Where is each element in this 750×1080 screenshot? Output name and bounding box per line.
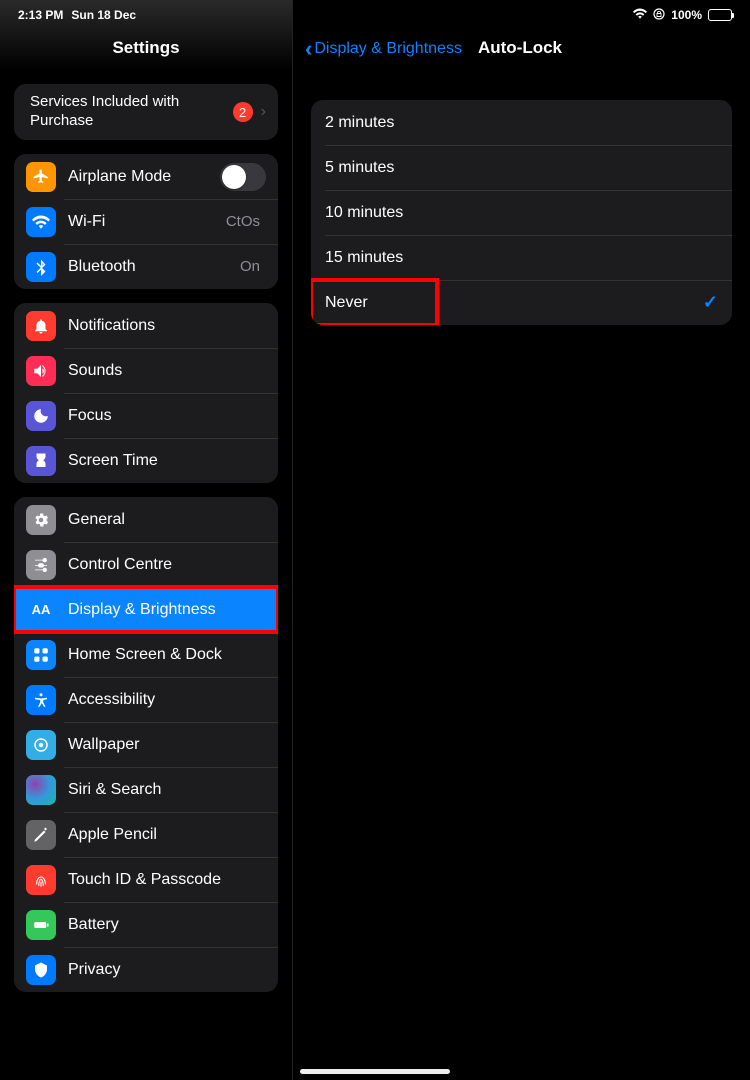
- services-label: Services Included with Purchase: [30, 93, 233, 131]
- back-label: Display & Brightness: [314, 40, 462, 58]
- home-screen-icon: [26, 640, 56, 670]
- option-2-minutes[interactable]: 2 minutes: [311, 100, 732, 145]
- focus-icon: [26, 401, 56, 431]
- wallpaper-label: Wallpaper: [68, 736, 266, 754]
- sidebar-item-display-brightness[interactable]: AA Display & Brightness: [14, 587, 278, 632]
- display-icon: AA: [26, 595, 56, 625]
- sidebar-item-bluetooth[interactable]: Bluetooth On: [14, 244, 278, 289]
- sidebar-item-notifications[interactable]: Notifications: [14, 303, 278, 348]
- wifi-value: CtOs: [226, 213, 260, 230]
- sidebar-item-pencil[interactable]: Apple Pencil: [14, 812, 278, 857]
- touchid-label: Touch ID & Passcode: [68, 871, 266, 889]
- sidebar-item-wifi[interactable]: Wi-Fi CtOs: [14, 199, 278, 244]
- pencil-icon: [26, 820, 56, 850]
- sidebar-item-focus[interactable]: Focus: [14, 393, 278, 438]
- general-icon: [26, 505, 56, 535]
- check-icon: ✓: [703, 292, 718, 313]
- battery-settings-icon: [26, 910, 56, 940]
- sidebar-item-general[interactable]: General: [14, 497, 278, 542]
- chevron-left-icon: ‹: [305, 41, 312, 57]
- settings-sidebar: Settings Services Included with Purchase…: [0, 0, 293, 1080]
- wifi-icon: [633, 8, 647, 22]
- option-never[interactable]: Never ✓: [311, 280, 732, 325]
- battery-icon: [708, 9, 732, 21]
- back-button[interactable]: ‹ Display & Brightness: [305, 40, 462, 58]
- sidebar-item-wallpaper[interactable]: Wallpaper: [14, 722, 278, 767]
- sounds-label: Sounds: [68, 362, 266, 380]
- option-label: Never: [325, 294, 703, 312]
- touchid-icon: [26, 865, 56, 895]
- bluetooth-label: Bluetooth: [68, 258, 240, 276]
- notifications-label: Notifications: [68, 317, 266, 335]
- sidebar-item-battery[interactable]: Battery: [14, 902, 278, 947]
- option-label: 15 minutes: [325, 249, 718, 267]
- pencil-label: Apple Pencil: [68, 826, 266, 844]
- siri-icon: [26, 775, 56, 805]
- airplane-toggle[interactable]: [220, 163, 266, 191]
- bluetooth-icon: [26, 252, 56, 282]
- option-5-minutes[interactable]: 5 minutes: [311, 145, 732, 190]
- wifi-settings-icon: [26, 207, 56, 237]
- privacy-icon: [26, 955, 56, 985]
- general-label: General: [68, 511, 266, 529]
- control-centre-label: Control Centre: [68, 556, 266, 574]
- sidebar-item-airplane[interactable]: Airplane Mode: [14, 154, 278, 199]
- sidebar-item-accessibility[interactable]: Accessibility: [14, 677, 278, 722]
- chevron-right-icon: ›: [261, 103, 266, 121]
- battery-pct: 100%: [671, 8, 702, 22]
- wifi-label: Wi-Fi: [68, 213, 226, 231]
- control-centre-icon: [26, 550, 56, 580]
- option-label: 5 minutes: [325, 159, 718, 177]
- sidebar-item-siri[interactable]: Siri & Search: [14, 767, 278, 812]
- status-date: Sun 18 Dec: [71, 8, 136, 22]
- page-title: Auto-Lock: [478, 38, 562, 58]
- sidebar-item-home-screen[interactable]: Home Screen & Dock: [14, 632, 278, 677]
- accessibility-icon: [26, 685, 56, 715]
- sidebar-item-control-centre[interactable]: Control Centre: [14, 542, 278, 587]
- wallpaper-icon: [26, 730, 56, 760]
- option-10-minutes[interactable]: 10 minutes: [311, 190, 732, 235]
- sidebar-item-screentime[interactable]: Screen Time: [14, 438, 278, 483]
- sidebar-item-privacy[interactable]: Privacy: [14, 947, 278, 992]
- focus-label: Focus: [68, 407, 266, 425]
- privacy-label: Privacy: [68, 961, 266, 979]
- screentime-icon: [26, 446, 56, 476]
- airplane-label: Airplane Mode: [68, 168, 220, 186]
- services-badge: 2: [233, 102, 253, 122]
- option-label: 10 minutes: [325, 204, 718, 222]
- option-15-minutes[interactable]: 15 minutes: [311, 235, 732, 280]
- sidebar-item-sounds[interactable]: Sounds: [14, 348, 278, 393]
- siri-label: Siri & Search: [68, 781, 266, 799]
- airplane-icon: [26, 162, 56, 192]
- status-bar: 2:13 PM Sun 18 Dec 100%: [0, 0, 750, 30]
- notifications-icon: [26, 311, 56, 341]
- home-screen-label: Home Screen & Dock: [68, 646, 266, 664]
- battery-label: Battery: [68, 916, 266, 934]
- bluetooth-value: On: [240, 258, 260, 275]
- status-time: 2:13 PM: [18, 8, 63, 22]
- sidebar-title: Settings: [112, 38, 179, 58]
- option-label: 2 minutes: [325, 114, 718, 132]
- home-indicator[interactable]: [300, 1069, 450, 1074]
- orientation-lock-icon: [653, 8, 665, 23]
- accessibility-label: Accessibility: [68, 691, 266, 709]
- detail-pane: ‹ Display & Brightness Auto-Lock 2 minut…: [293, 0, 750, 1080]
- display-label: Display & Brightness: [68, 601, 266, 619]
- sidebar-item-services[interactable]: Services Included with Purchase 2 ›: [14, 84, 278, 140]
- autolock-options: 2 minutes 5 minutes 10 minutes 15 minute…: [311, 100, 732, 325]
- sidebar-item-touchid[interactable]: Touch ID & Passcode: [14, 857, 278, 902]
- screentime-label: Screen Time: [68, 452, 266, 470]
- sounds-icon: [26, 356, 56, 386]
